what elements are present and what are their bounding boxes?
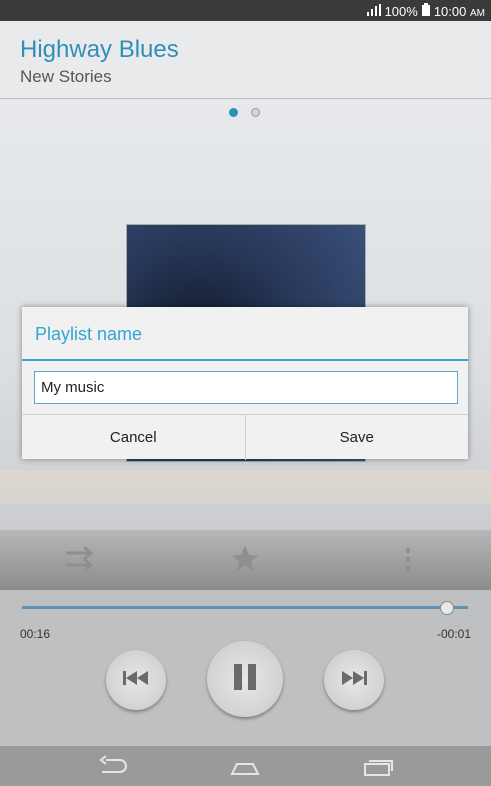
battery-icon bbox=[421, 3, 430, 19]
skip-next-icon bbox=[341, 670, 367, 690]
clock: 10:00 AM bbox=[433, 3, 485, 19]
more-vertical-icon[interactable] bbox=[404, 546, 412, 579]
track-title: Highway Blues bbox=[20, 36, 179, 63]
remaining-time: -00:01 bbox=[436, 627, 471, 641]
seek-handle[interactable] bbox=[440, 601, 454, 615]
battery-percent: 100% bbox=[384, 3, 418, 19]
now-playing-header: Highway Blues New Stories bbox=[0, 21, 491, 99]
signal-icon bbox=[366, 3, 381, 19]
status-bar: 100% 10:00 AM bbox=[0, 0, 491, 21]
shuffle-icon[interactable] bbox=[64, 544, 98, 579]
cancel-button[interactable]: Cancel bbox=[22, 415, 245, 460]
pager-dot-active[interactable] bbox=[229, 108, 238, 117]
playlist-name-input[interactable] bbox=[34, 371, 458, 404]
elapsed-time: 00:16 bbox=[20, 627, 51, 641]
dialog-divider bbox=[22, 359, 468, 361]
pause-icon bbox=[232, 663, 258, 695]
seek-bar[interactable] bbox=[22, 606, 468, 609]
dialog-title: Playlist name bbox=[35, 324, 143, 344]
star-icon[interactable] bbox=[229, 543, 261, 580]
playlist-name-dialog: Playlist name Cancel Save bbox=[22, 307, 468, 460]
dialog-button-bar: Cancel Save bbox=[22, 414, 468, 460]
artist-name: New Stories bbox=[20, 67, 112, 86]
action-bar bbox=[0, 530, 491, 590]
skip-previous-icon bbox=[123, 670, 149, 690]
background-strip bbox=[0, 470, 491, 504]
back-icon[interactable] bbox=[98, 754, 128, 783]
next-button[interactable] bbox=[324, 650, 384, 710]
pause-button[interactable] bbox=[207, 641, 283, 717]
home-icon[interactable] bbox=[230, 754, 260, 783]
previous-button[interactable] bbox=[106, 650, 166, 710]
save-button[interactable]: Save bbox=[244, 415, 469, 460]
recent-apps-icon[interactable] bbox=[363, 754, 395, 783]
pager-dot[interactable] bbox=[251, 108, 260, 117]
